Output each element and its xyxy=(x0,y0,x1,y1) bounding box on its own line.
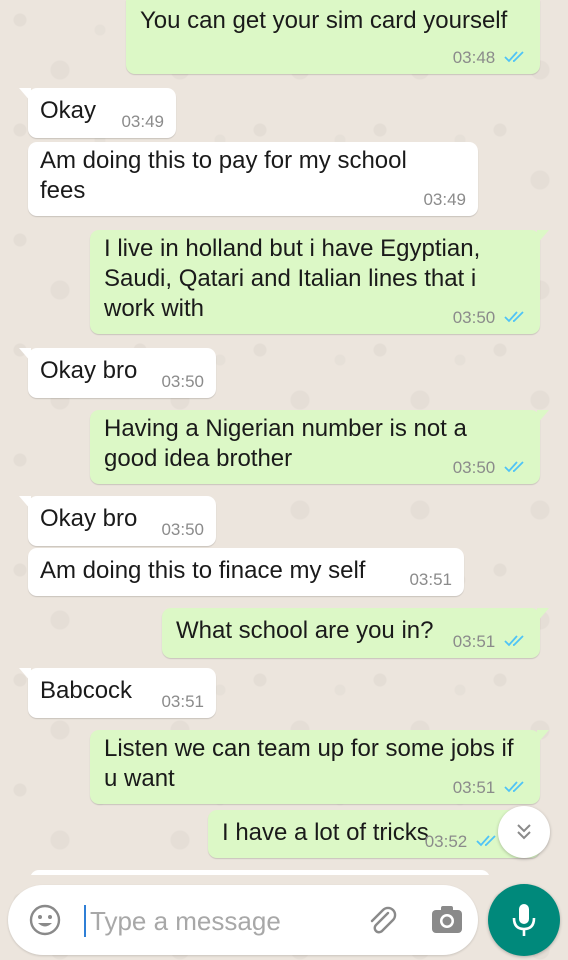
bubble-tail xyxy=(19,496,31,510)
double-chevron-down-icon xyxy=(517,824,531,840)
message-meta: 03:50 xyxy=(453,458,528,478)
double-check-icon xyxy=(504,781,524,793)
message-time: 03:49 xyxy=(121,112,164,131)
double-check-icon xyxy=(504,311,524,323)
message-meta: 03:51 xyxy=(453,632,528,652)
message-bubble-incoming[interactable]: Okay bro 03:50 xyxy=(19,496,216,546)
scroll-to-bottom-button[interactable] xyxy=(498,806,550,858)
message-text: Having a Nigerian number is not a good i… xyxy=(104,415,467,472)
message-time: 03:50 xyxy=(452,308,496,327)
message-time: 03:48 xyxy=(452,48,496,67)
camera-icon[interactable] xyxy=(430,904,464,936)
message-meta: 03:48 xyxy=(453,48,528,68)
message-meta: 03:50 xyxy=(453,308,528,328)
message-bubble-incoming[interactable]: Am doing this to pay for my school fees … xyxy=(28,142,478,216)
bubble-tail xyxy=(537,608,549,622)
message-bubble-outgoing[interactable]: You can get your sim card yourself 03:48 xyxy=(126,0,540,74)
message-time: 03:52 xyxy=(424,832,468,851)
message-bubble-incoming[interactable]: Babcock 03:51 xyxy=(19,668,216,718)
message-text: Am doing this to finace my self xyxy=(40,557,366,584)
text-cursor xyxy=(84,905,86,937)
message-text: Am doing this to pay for my school fees xyxy=(40,147,407,204)
message-time: 03:50 xyxy=(452,458,496,477)
bubble-tail xyxy=(19,88,31,102)
message-meta: 03:50 xyxy=(161,372,204,392)
message-bubble-outgoing[interactable]: What school are you in? 03:51 xyxy=(162,608,549,658)
message-bubble-outgoing[interactable]: Listen we can team up for some jobs if u… xyxy=(90,730,549,804)
message-time: 03:51 xyxy=(452,778,496,797)
microphone-icon xyxy=(512,904,536,936)
message-time: 03:50 xyxy=(161,520,204,539)
message-bubble-outgoing[interactable]: I live in holland but i have Egyptian, S… xyxy=(90,230,549,334)
message-time: 03:51 xyxy=(161,692,204,711)
message-meta: 03:50 xyxy=(161,520,204,540)
bubble-tail xyxy=(537,230,549,244)
paperclip-icon[interactable] xyxy=(364,903,398,937)
message-time: 03:51 xyxy=(409,570,452,589)
message-meta: 03:51 xyxy=(161,692,204,712)
message-composer xyxy=(8,885,478,955)
message-meta: 03:52 xyxy=(425,832,500,852)
double-check-icon xyxy=(504,635,524,647)
bubble-tail xyxy=(19,668,31,682)
message-list[interactable]: You can get your sim card yourself 03:48… xyxy=(0,0,568,875)
message-meta: 03:51 xyxy=(453,778,528,798)
message-bubble-incoming[interactable]: Okay 03:49 xyxy=(19,88,176,138)
bubble-tail xyxy=(537,410,549,424)
message-time: 03:51 xyxy=(452,632,496,651)
message-meta: 03:49 xyxy=(121,112,164,132)
message-input[interactable] xyxy=(88,899,352,943)
message-text: You can get your sim card yourself xyxy=(140,7,508,34)
bubble-tail xyxy=(537,730,549,744)
message-time: 03:49 xyxy=(423,190,466,209)
voice-record-button[interactable] xyxy=(488,884,560,956)
emoji-icon[interactable] xyxy=(28,903,62,937)
message-bubble-outgoing[interactable]: Having a Nigerian number is not a good i… xyxy=(90,410,549,484)
message-time: 03:50 xyxy=(161,372,204,391)
double-check-icon xyxy=(476,835,496,847)
double-check-icon xyxy=(504,51,524,63)
message-bubble-incoming[interactable]: Am doing this to finace my self 03:51 xyxy=(28,548,464,596)
bubble-tail xyxy=(19,348,31,362)
message-bubble-incoming[interactable]: Okay bro 03:50 xyxy=(19,348,216,398)
double-check-icon xyxy=(504,461,524,473)
message-meta: 03:49 xyxy=(423,190,466,210)
message-bubble-outgoing[interactable]: I have a lot of tricks 03:52 xyxy=(208,810,540,858)
message-meta: 03:51 xyxy=(409,570,452,590)
message-bubble-partial xyxy=(30,870,490,875)
